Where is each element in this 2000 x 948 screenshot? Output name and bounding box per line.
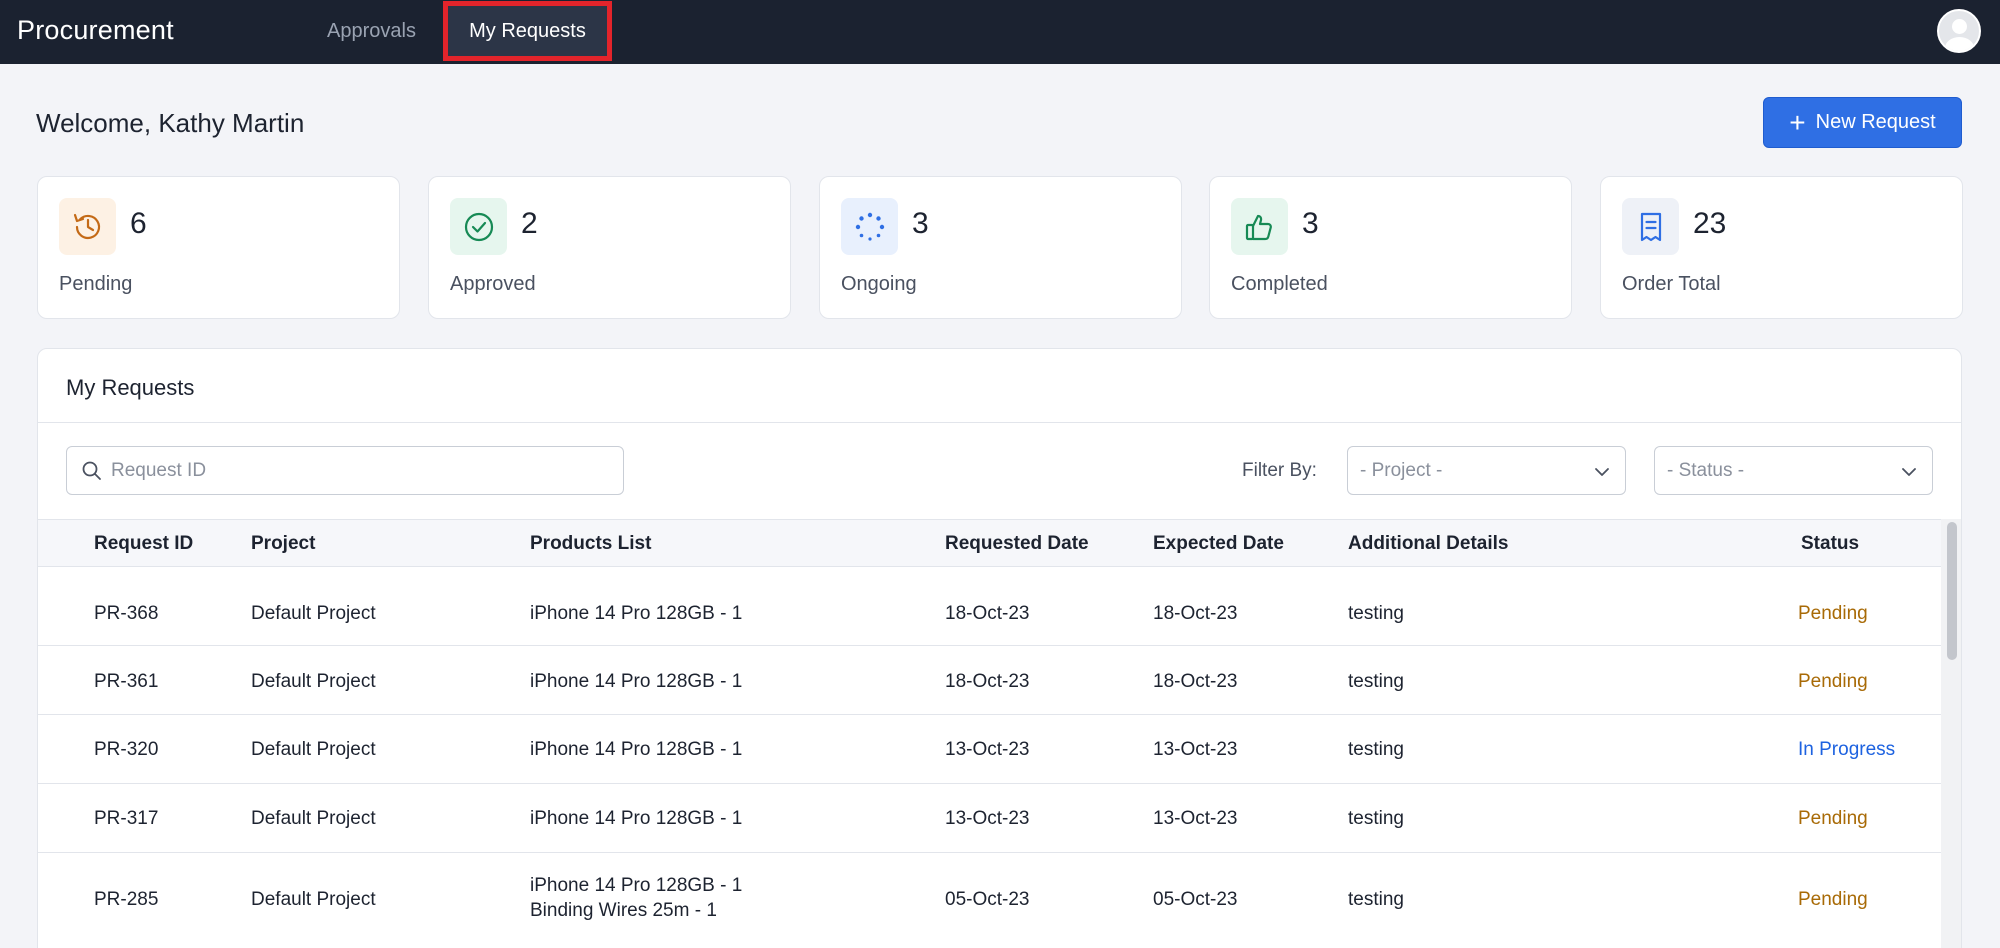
cell-requested-date: 13-Oct-23 <box>945 739 1030 760</box>
table-header: Request ID Project Products List Request… <box>38 519 1941 567</box>
cell-products: iPhone 14 Pro 128GB - 1 Binding Wires 25… <box>530 873 742 923</box>
stat-label: Order Total <box>1622 273 1721 295</box>
table-scrollbar[interactable] <box>1941 519 1961 948</box>
status-badge: Pending <box>1798 603 1868 624</box>
check-circle-icon <box>450 198 507 255</box>
filter-label: Filter By: <box>1242 460 1317 481</box>
stat-card-ongoing[interactable]: 3 Ongoing <box>819 176 1182 319</box>
table-row[interactable]: PR-320 Default Project iPhone 14 Pro 128… <box>38 715 1941 784</box>
tab-approvals[interactable]: Approvals <box>315 0 428 64</box>
product-line: iPhone 14 Pro 128GB - 1 <box>530 875 743 896</box>
cell-expected-date: 13-Oct-23 <box>1153 808 1238 829</box>
column-header-expected-date[interactable]: Expected Date <box>1153 533 1284 555</box>
stat-card-approved[interactable]: 2 Approved <box>428 176 791 319</box>
table-row[interactable]: PR-361 Default Project iPhone 14 Pro 128… <box>38 646 1941 715</box>
cell-project: Default Project <box>251 889 376 910</box>
tab-my-requests[interactable]: My Requests <box>443 1 612 61</box>
new-request-button[interactable]: + New Request <box>1763 97 1962 148</box>
stat-value: 23 <box>1693 207 1727 240</box>
panel-title: My Requests <box>66 375 195 400</box>
status-badge: In Progress <box>1798 739 1896 760</box>
avatar-head <box>1952 19 1967 34</box>
cell-request-id[interactable]: PR-368 <box>94 603 158 625</box>
cell-products: iPhone 14 Pro 128GB - 1 <box>530 671 743 692</box>
column-header-requested-date[interactable]: Requested Date <box>945 533 1089 555</box>
column-header-project[interactable]: Project <box>251 533 315 555</box>
cell-products: iPhone 14 Pro 128GB - 1 <box>530 739 743 760</box>
table-row[interactable]: PR-368 Default Project iPhone 14 Pro 128… <box>38 567 1941 646</box>
stat-card-completed[interactable]: 3 Completed <box>1209 176 1572 319</box>
new-request-label: New Request <box>1815 111 1936 133</box>
cell-request-id[interactable]: PR-317 <box>94 808 158 830</box>
project-select-value: - Project - <box>1360 460 1443 481</box>
avatar[interactable] <box>1937 9 1981 53</box>
cell-details: testing <box>1348 603 1404 624</box>
stat-label: Ongoing <box>841 273 917 295</box>
cell-expected-date: 18-Oct-23 <box>1153 671 1238 692</box>
cell-details: testing <box>1348 808 1404 829</box>
status-badge: Pending <box>1798 671 1868 692</box>
cell-details: testing <box>1348 739 1404 760</box>
stat-label: Approved <box>450 273 536 295</box>
status-select[interactable]: - Status - <box>1654 446 1933 495</box>
app-title: Procurement <box>17 15 174 45</box>
stat-label: Completed <box>1231 273 1328 295</box>
search-box[interactable] <box>66 446 624 495</box>
stat-value: 3 <box>912 207 929 240</box>
cell-project: Default Project <box>251 739 376 760</box>
my-requests-panel: My Requests Filter By: - Project - - Sta… <box>37 348 1962 948</box>
welcome-heading: Welcome, Kathy Martin <box>36 108 305 138</box>
cell-expected-date: 05-Oct-23 <box>1153 889 1238 910</box>
stat-value: 6 <box>130 207 147 240</box>
divider <box>38 422 1961 423</box>
receipt-icon <box>1622 198 1679 255</box>
thumbs-up-icon <box>1231 198 1288 255</box>
column-header-products[interactable]: Products List <box>530 533 651 555</box>
loading-dots-icon <box>841 198 898 255</box>
status-badge: Pending <box>1798 808 1868 829</box>
cell-expected-date: 18-Oct-23 <box>1153 603 1238 624</box>
cell-details: testing <box>1348 889 1404 910</box>
top-nav-bar: Procurement Approvals My Requests <box>0 0 2000 64</box>
cell-requested-date: 13-Oct-23 <box>945 808 1030 829</box>
cell-request-id[interactable]: PR-285 <box>94 889 158 911</box>
scrollbar-thumb[interactable] <box>1947 522 1957 660</box>
cell-products: iPhone 14 Pro 128GB - 1 <box>530 808 743 829</box>
plus-icon: + <box>1789 106 1806 138</box>
cell-project: Default Project <box>251 671 376 692</box>
cell-requested-date: 18-Oct-23 <box>945 671 1030 692</box>
cell-project: Default Project <box>251 808 376 829</box>
cell-requested-date: 05-Oct-23 <box>945 889 1030 910</box>
stat-value: 3 <box>1302 207 1319 240</box>
chevron-down-icon <box>1593 463 1611 486</box>
stat-card-pending[interactable]: 6 Pending <box>37 176 400 319</box>
chevron-down-icon <box>1900 463 1918 486</box>
cell-products: iPhone 14 Pro 128GB - 1 <box>530 603 743 624</box>
project-select[interactable]: - Project - <box>1347 446 1626 495</box>
cell-details: testing <box>1348 671 1404 692</box>
column-header-status[interactable]: Status <box>1801 533 1859 555</box>
cell-request-id[interactable]: PR-320 <box>94 739 158 761</box>
table-row[interactable]: PR-285 Default Project iPhone 14 Pro 128… <box>38 853 1941 948</box>
table-row[interactable]: PR-317 Default Project iPhone 14 Pro 128… <box>38 784 1941 853</box>
stat-card-order-total[interactable]: 23 Order Total <box>1600 176 1963 319</box>
cell-request-id[interactable]: PR-361 <box>94 671 158 693</box>
cell-project: Default Project <box>251 603 376 624</box>
status-badge: Pending <box>1798 889 1868 910</box>
cell-requested-date: 18-Oct-23 <box>945 603 1030 624</box>
stat-value: 2 <box>521 207 538 240</box>
product-line: Binding Wires 25m - 1 <box>530 900 717 921</box>
history-icon <box>59 198 116 255</box>
search-input[interactable] <box>111 455 611 486</box>
stat-label: Pending <box>59 273 133 295</box>
status-select-value: - Status - <box>1667 460 1745 481</box>
avatar-body <box>1945 37 1974 51</box>
search-icon <box>81 460 103 487</box>
column-header-request-id[interactable]: Request ID <box>94 533 193 555</box>
column-header-details[interactable]: Additional Details <box>1348 533 1508 555</box>
cell-expected-date: 13-Oct-23 <box>1153 739 1238 760</box>
